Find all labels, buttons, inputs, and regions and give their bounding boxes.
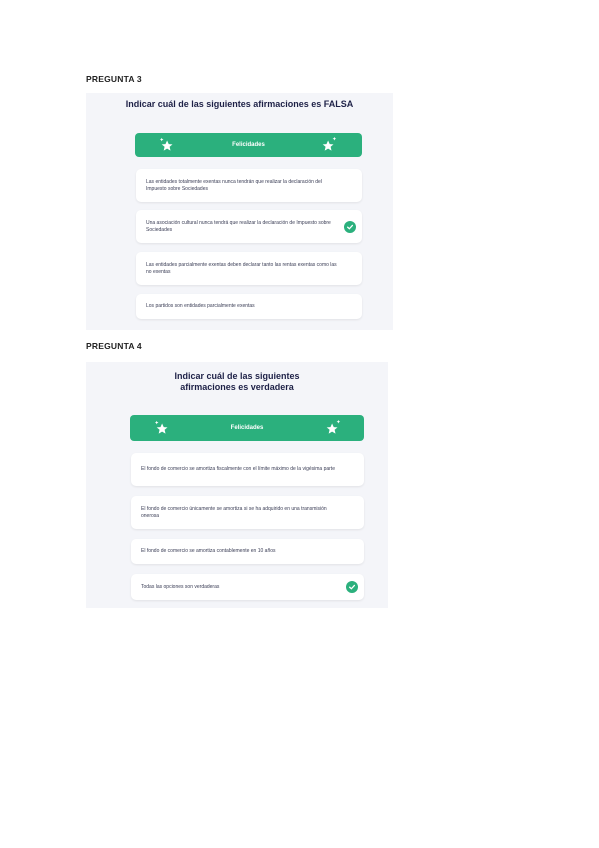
answer-option-text: El fondo de comercio se amortiza fiscalm…: [141, 466, 335, 472]
check-circle-icon: [346, 581, 358, 593]
answer-option-text: Las entidades parcialmente exentas deben…: [146, 261, 337, 275]
answer-option-text: Los partidos son entidades parcialmente …: [146, 303, 255, 309]
answer-option[interactable]: Las entidades totalmente exentas nunca t…: [136, 169, 362, 202]
question-4-title: Indicar cuál de las siguientes afirmacio…: [174, 371, 300, 392]
answer-option-text: Las entidades totalmente exentas nunca t…: [146, 178, 322, 192]
answer-option-text: Todas las opciones son verdaderas: [141, 583, 220, 590]
answer-option[interactable]: Las entidades parcialmente exentas deben…: [136, 252, 362, 285]
question-3-label: PREGUNTA 3: [86, 74, 142, 84]
answer-option-text: El fondo de comercio únicamente se amort…: [141, 505, 327, 519]
banner-label: Felicidades: [232, 142, 265, 148]
answer-option[interactable]: El fondo de comercio se amortiza fiscalm…: [131, 453, 364, 486]
question-3-card: Indicar cuál de las siguientes afirmacio…: [86, 93, 393, 330]
banner-label: Felicidades: [230, 425, 264, 431]
sparkle-star-icon: [159, 137, 173, 151]
feedback-banner: Felicidades: [130, 415, 364, 441]
check-circle-icon: [344, 220, 356, 233]
answer-option[interactable]: El fondo de comercio se amortiza contabl…: [131, 539, 364, 564]
sparkle-star-icon: [322, 136, 337, 151]
question-4-label: PREGUNTA 4: [86, 341, 142, 351]
answer-option[interactable]: Los partidos son entidades parcialmente …: [136, 294, 362, 319]
answer-option-text: Una asociación cultural nunca tendrá que…: [146, 219, 331, 233]
answer-option-correct[interactable]: Todas las opciones son verdaderas: [131, 574, 364, 600]
sparkle-star-icon: [154, 420, 168, 434]
answer-option-text: El fondo de comercio se amortiza contabl…: [141, 548, 276, 554]
answer-option[interactable]: El fondo de comercio únicamente se amort…: [131, 496, 364, 529]
sparkle-star-icon: [326, 419, 341, 434]
question-4-card: Indicar cuál de las siguientes afirmacio…: [86, 362, 388, 608]
question-3-title: Indicar cuál de las siguientes afirmacio…: [125, 99, 354, 109]
answer-option-correct[interactable]: Una asociación cultural nunca tendrá que…: [136, 210, 362, 243]
feedback-banner: Felicidades: [135, 133, 362, 157]
